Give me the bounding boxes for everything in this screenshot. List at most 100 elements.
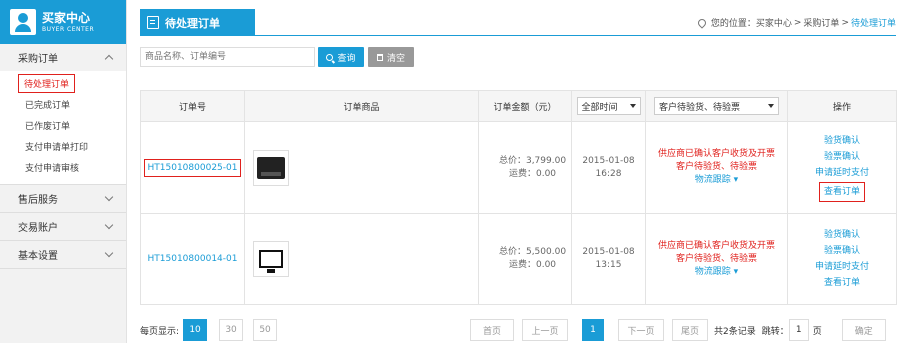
search-button[interactable]: 查询: [318, 47, 364, 67]
user-icon: [10, 9, 36, 35]
view-order-link[interactable]: 查看订单: [818, 182, 865, 202]
total-value: 5,500.00: [525, 247, 567, 257]
menu-group-after-sales: 售后服务: [0, 185, 126, 213]
goods-cell: [244, 213, 479, 305]
sidebar-item-payment-print[interactable]: 支付申请单打印: [0, 136, 126, 157]
order-time: 13:15: [595, 260, 622, 270]
menu-group-account: 交易账户: [0, 213, 126, 241]
time-filter-select[interactable]: 全部时间: [576, 97, 641, 115]
product-thumbnail[interactable]: [253, 241, 289, 277]
chevron-down-icon: [104, 220, 114, 230]
sidebar-item-voided-orders[interactable]: 已作废订单: [0, 115, 126, 136]
clear-button[interactable]: 清空: [368, 47, 414, 67]
menu-basic-settings[interactable]: 基本设置: [0, 241, 126, 268]
freight-value: 0.00: [535, 260, 557, 270]
current-page-button[interactable]: 1: [582, 319, 604, 341]
menu-after-sales[interactable]: 售后服务: [0, 185, 126, 212]
confirm-jump-button[interactable]: 确定: [841, 319, 886, 341]
page-title: 待处理订单: [165, 16, 220, 30]
order-date: 2015-01-08: [582, 247, 635, 257]
document-icon: [147, 16, 159, 29]
table-header-row: 订单号 订单商品 订单金额（元） 全部时间 客户待验货、待验票 操作: [140, 90, 897, 122]
menu-purchase-orders[interactable]: 采购订单: [0, 44, 126, 71]
total-label: 总价：: [498, 247, 526, 257]
sidebar-item-pending-orders[interactable]: 待处理订单: [0, 73, 126, 94]
menu-label: 采购订单: [18, 54, 58, 65]
submenu-purchase: 待处理订单 已完成订单 已作废订单 支付申请单打印 支付申请审核: [0, 71, 126, 184]
col-status: 客户待验货、待验票: [645, 90, 788, 122]
status-line: 客户待验货、待验票: [675, 162, 757, 172]
order-no-link[interactable]: HT15010800014-01: [148, 254, 238, 264]
buyer-center-brand: 买家中心 BUYER CENTER: [0, 0, 126, 44]
next-page-button[interactable]: 下一页: [618, 319, 664, 341]
page-jump-input[interactable]: 1: [788, 319, 809, 341]
total-records: 共2条记录: [714, 326, 756, 337]
breadcrumb-prefix: 您的位置：: [710, 19, 756, 29]
sidebar-item-completed-orders[interactable]: 已完成订单: [0, 94, 126, 115]
order-date: 2015-01-08: [582, 155, 635, 166]
trash-icon: [376, 53, 383, 61]
brand-title: 买家中心: [42, 10, 91, 25]
sidebar-item-label: 支付申请单打印: [25, 143, 89, 153]
confirm-invoice-link[interactable]: 验票确认: [788, 243, 896, 259]
freight-value: 0.00: [535, 168, 557, 179]
col-order-no: 订单号: [140, 90, 245, 122]
breadcrumb-separator: >: [793, 17, 802, 28]
status-cell: 供应商已确认客户收货及开票 客户待验货、待验票 物流跟踪 ▾: [645, 121, 788, 214]
amount-cell: 总价：5,500.00 运费：0.00: [478, 213, 572, 305]
search-input[interactable]: [140, 47, 315, 67]
track-label: 物流跟踪: [694, 175, 731, 185]
chevron-up-icon: [104, 54, 114, 64]
monitor-image: [259, 250, 283, 273]
pagination: 首页 上一页 1 下一页 尾页 共2条记录 跳转： 1 页 确定: [470, 319, 886, 341]
menu-group-settings: 基本设置: [0, 241, 126, 269]
per-page-label: 每页显示:: [140, 326, 180, 337]
page-unit: 页: [812, 326, 822, 337]
status-filter-select[interactable]: 客户待验货、待验票: [654, 97, 779, 115]
col-amount: 订单金额（元）: [478, 90, 572, 122]
printer-image: [257, 156, 285, 179]
status-line: 供应商已确认客户收货及开票: [657, 149, 775, 159]
view-order-link[interactable]: 查看订单: [788, 275, 896, 291]
chevron-down-icon: [104, 192, 114, 202]
status-line: 客户待验货、待验票: [675, 253, 757, 264]
breadcrumb-separator: >: [841, 17, 849, 28]
sidebar: 买家中心 BUYER CENTER 采购订单 待处理订单 已完成订单 已作废订单…: [0, 0, 127, 343]
time-filter-value: 全部时间: [581, 102, 618, 113]
order-no-link[interactable]: HT15010800025-01: [143, 158, 242, 177]
first-page-button[interactable]: 首页: [470, 319, 514, 341]
sidebar-item-label: 已作废订单: [25, 122, 71, 132]
total-value: 3,799.00: [525, 155, 567, 166]
menu-label: 基本设置: [18, 251, 58, 262]
page-size-10[interactable]: 10: [183, 319, 208, 341]
logistics-track-link[interactable]: 物流跟踪 ▾: [646, 174, 787, 187]
table-row: HT15010800025-01 总价：3,799.00 运费：0.00 201…: [140, 121, 897, 214]
order-time: 16:28: [595, 168, 622, 179]
total-label: 总价：: [498, 155, 526, 166]
confirm-goods-link[interactable]: 验货确认: [788, 133, 896, 149]
breadcrumb-item-buyer-center[interactable]: 买家中心: [756, 16, 792, 29]
search-icon: [326, 53, 334, 61]
prev-page-button[interactable]: 上一页: [522, 319, 568, 341]
last-page-button[interactable]: 尾页: [672, 319, 708, 341]
breadcrumb-item-purchase[interactable]: 采购订单: [803, 16, 839, 29]
confirm-goods-link[interactable]: 验货确认: [788, 227, 896, 243]
page-size-50[interactable]: 50: [253, 319, 278, 341]
product-thumbnail[interactable]: [253, 149, 289, 186]
chevron-down-icon: [104, 248, 114, 258]
delay-payment-link[interactable]: 申请延时支付: [788, 259, 896, 275]
confirm-invoice-link[interactable]: 验票确认: [788, 149, 896, 165]
delay-payment-link[interactable]: 申请延时支付: [788, 165, 896, 181]
logistics-track-link[interactable]: 物流跟踪 ▾: [646, 266, 787, 279]
sidebar-item-payment-review[interactable]: 支付申请审核: [0, 157, 126, 178]
page-size-30[interactable]: 30: [219, 319, 244, 341]
menu-label: 售后服务: [18, 195, 58, 206]
page-title-tab: 待处理订单: [140, 9, 255, 36]
search-button-label: 查询: [337, 53, 356, 64]
time-cell: 2015-01-08 13:15: [571, 213, 646, 305]
page-header: 待处理订单 您的位置： 买家中心 > 采购订单 > 待处理订单: [140, 9, 896, 36]
col-goods: 订单商品: [244, 90, 479, 122]
menu-trade-account[interactable]: 交易账户: [0, 213, 126, 240]
sidebar-item-label: 已完成订单: [25, 101, 71, 111]
location-pin-icon: [696, 16, 708, 29]
